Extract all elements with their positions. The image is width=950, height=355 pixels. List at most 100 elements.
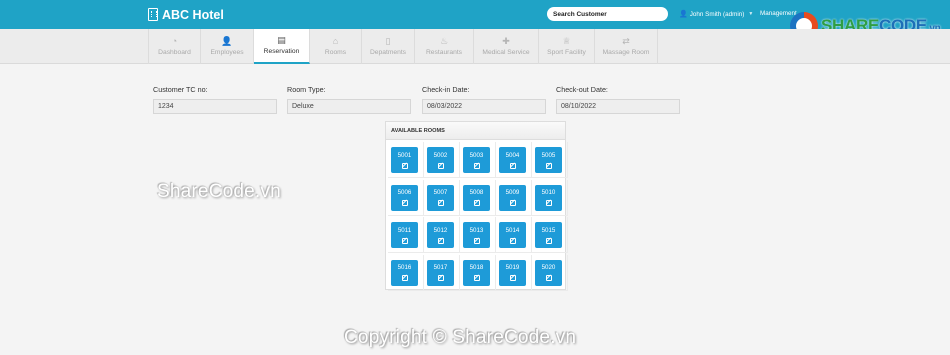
room-button-5006[interactable]: 5006 [391, 184, 418, 211]
tab-bar: ◔ Dashboard 👤 Employees ▤ Reservation ⌂ Rooms ▯ D… [148, 29, 658, 64]
calendar-icon: ▤ [277, 35, 286, 45]
room-button-5018[interactable]: 5018 [463, 259, 490, 286]
watermark-text: ShareCode.vn [157, 181, 281, 202]
user-name: John Smith (admin) [689, 10, 745, 18]
tab-label: Restaurants [425, 49, 463, 56]
room-button-5017[interactable]: 5017 [427, 259, 454, 286]
building-icon [148, 8, 158, 21]
edit-icon [545, 162, 552, 169]
room-number: 5006 [397, 189, 412, 196]
customer-field: Customer TC no: 1234 [153, 85, 277, 114]
room-type-input[interactable]: Deluxe [287, 99, 411, 114]
edit-icon [509, 162, 516, 169]
trophy-icon: ♕ [562, 36, 571, 46]
edit-icon [545, 275, 552, 281]
room-cell: 5002 [424, 142, 460, 178]
room-number: 5005 [541, 151, 556, 159]
check-in-label: Check-in Date: [422, 85, 470, 94]
document-icon: ▯ [385, 36, 391, 46]
room-cell: 5009 [496, 179, 532, 216]
room-button-5013[interactable]: 5013 [463, 222, 490, 248]
room-type-field: Room Type: Deluxe [287, 85, 411, 114]
edit-icon [401, 200, 408, 206]
room-cell: 5016 [388, 254, 424, 291]
room-button-5019[interactable]: 5019 [499, 259, 526, 286]
room-number: 5013 [469, 226, 484, 234]
check-in-input[interactable]: 08/03/2022 [422, 99, 546, 114]
medical-icon: ✚ [502, 36, 510, 46]
edit-icon [437, 162, 444, 169]
check-out-field: Check-out Date: 08/10/2022 [556, 85, 680, 114]
edit-icon [401, 275, 408, 281]
brand[interactable]: ABC Hotel [148, 6, 224, 23]
room-cell: 5018 [460, 254, 496, 291]
room-number: 5004 [505, 151, 520, 159]
customer-tc-input[interactable]: 1234 [153, 99, 277, 114]
tab-medical-service[interactable]: ✚ Medical Service [474, 29, 539, 64]
room-button-5020[interactable]: 5020 [535, 259, 562, 286]
user-icon: 👤 [221, 36, 233, 46]
room-cell: 5020 [532, 254, 568, 291]
room-number: 5011 [397, 226, 412, 234]
room-number: 5010 [541, 189, 556, 196]
room-button-5010[interactable]: 5010 [535, 184, 562, 211]
tab-rooms[interactable]: ⌂ Rooms [310, 29, 362, 64]
tab-label: Rooms [324, 49, 347, 56]
room-cell: 5015 [532, 217, 568, 253]
dashboard-icon: ◔ [171, 36, 178, 46]
room-button-5012[interactable]: 5012 [427, 222, 454, 248]
room-button-5014[interactable]: 5014 [499, 222, 526, 248]
check-in-field: Check-in Date: 08/03/2022 [422, 85, 546, 114]
room-cell: 5003 [460, 142, 496, 178]
edit-icon [437, 275, 444, 281]
edit-icon [473, 162, 480, 169]
room-number: 5016 [397, 264, 412, 271]
room-cell: 5008 [460, 179, 496, 216]
room-button-5011[interactable]: 5011 [391, 222, 418, 248]
tab-label: Employees [210, 49, 244, 56]
search-customer-input[interactable] [547, 7, 668, 21]
room-number: 5014 [505, 226, 520, 234]
home-icon: ⌂ [332, 36, 339, 46]
tab-label: Reservation [263, 48, 300, 55]
room-button-5008[interactable]: 5008 [463, 184, 490, 211]
room-number: 5003 [469, 151, 484, 159]
tab-reservation[interactable]: ▤ Reservation [254, 29, 310, 64]
tab-restaurants[interactable]: ♨ Restaurants [415, 29, 474, 64]
room-button-5003[interactable]: 5003 [463, 147, 490, 173]
edit-icon [473, 275, 480, 281]
room-button-5009[interactable]: 5009 [499, 184, 526, 211]
tab-dashboard[interactable]: ◔ Dashboard [148, 29, 201, 64]
edit-icon [509, 200, 516, 206]
room-cell: 5011 [388, 217, 424, 253]
edit-icon [437, 200, 444, 206]
room-number: 5019 [505, 264, 520, 271]
tab-massage-room[interactable]: ⇄ Massage Room [595, 29, 658, 64]
check-out-label: Check-out Date: [556, 85, 608, 94]
room-cell: 5007 [424, 179, 460, 216]
tab-depatments[interactable]: ▯ Depatments [362, 29, 415, 64]
copyright-watermark: Copyright © ShareCode.vn [344, 327, 577, 348]
room-button-5002[interactable]: 5002 [427, 147, 454, 173]
edit-icon [473, 200, 480, 206]
room-button-5007[interactable]: 5007 [427, 184, 454, 211]
chevron-down-icon: ▼ [748, 11, 754, 17]
room-cell: 5019 [496, 254, 532, 291]
food-icon: ♨ [439, 36, 449, 46]
room-button-5005[interactable]: 5005 [535, 147, 562, 173]
check-out-input[interactable]: 08/10/2022 [556, 99, 680, 114]
tab-label: Depatments [369, 49, 407, 56]
tab-sport-facility[interactable]: ♕ Sport Facility [539, 29, 595, 64]
edit-icon [545, 200, 552, 206]
room-button-5001[interactable]: 5001 [391, 147, 418, 173]
user-menu[interactable]: 👤 John Smith (admin) ▼ [679, 10, 754, 19]
room-cell: 5004 [496, 142, 532, 178]
room-number: 5007 [433, 189, 448, 196]
main-nav: ◔ Dashboard 👤 Employees ▤ Reservation ⌂ Rooms ▯ D… [0, 29, 950, 64]
edit-icon [401, 162, 408, 169]
room-button-5004[interactable]: 5004 [499, 147, 526, 173]
room-button-5016[interactable]: 5016 [391, 259, 418, 286]
room-button-5015[interactable]: 5015 [535, 222, 562, 248]
tab-employees[interactable]: 👤 Employees [201, 29, 254, 64]
room-cell: 5014 [496, 217, 532, 253]
